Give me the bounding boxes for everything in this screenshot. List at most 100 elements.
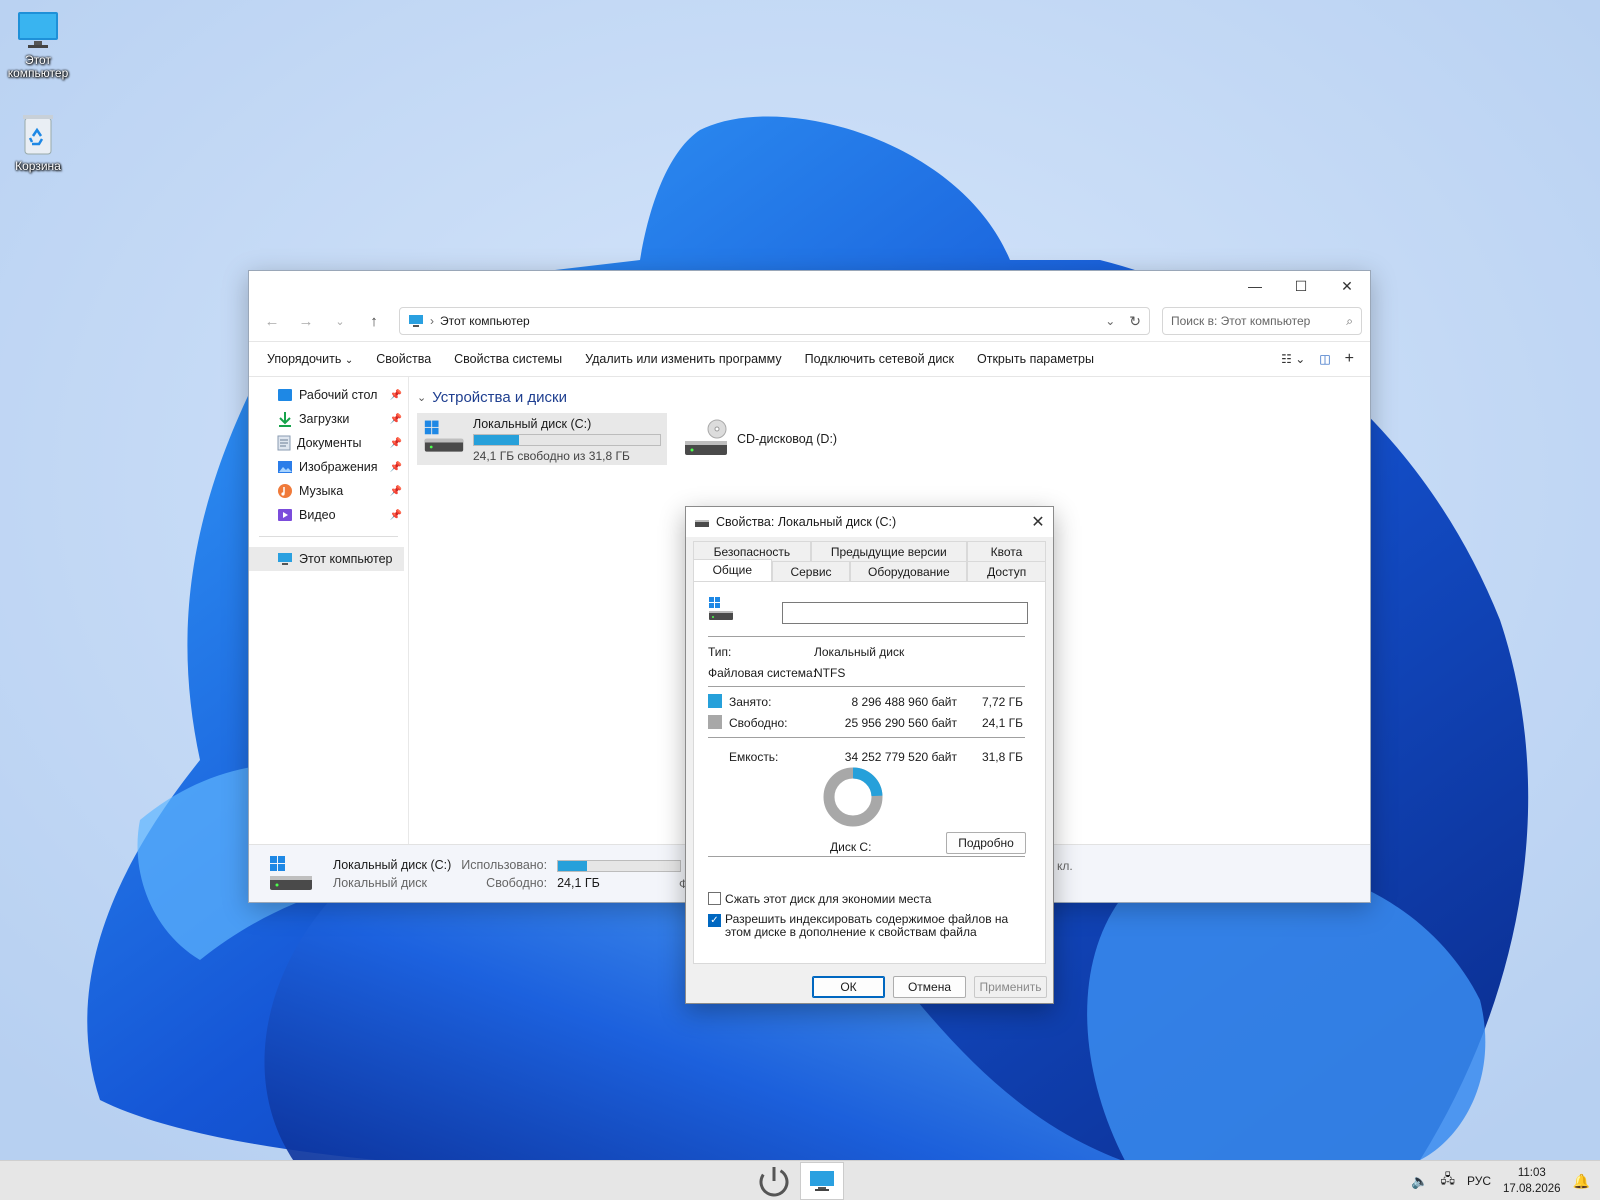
nav-item-label: Рабочий стол bbox=[299, 388, 378, 402]
network-icon[interactable]: 🖧 bbox=[1440, 1170, 1455, 1192]
nav-item-label: Этот компьютер bbox=[299, 552, 393, 566]
tab-strip: Безопасность Предыдущие версии Квота Общ… bbox=[686, 541, 1053, 581]
uninstall-program-button[interactable]: Удалить или изменить программу bbox=[577, 352, 797, 366]
clock[interactable]: 11:03 17.08.2026 bbox=[1503, 1165, 1561, 1197]
details-trailing-text-2: кл. bbox=[1057, 859, 1073, 873]
dialog-title: Свойства: Локальный диск (C:) bbox=[716, 515, 897, 529]
desktop-icon-this-pc[interactable]: Этот компьютер bbox=[0, 10, 76, 80]
pin-icon[interactable]: 📌 bbox=[390, 510, 402, 521]
chevron-down-icon[interactable]: ⌄ bbox=[1097, 314, 1123, 328]
computer-icon bbox=[278, 553, 292, 565]
properties-button[interactable]: Свойства bbox=[368, 352, 446, 366]
drive-d-item[interactable]: CD-дисковод (D:) bbox=[677, 413, 843, 465]
drive-label-input[interactable] bbox=[782, 602, 1028, 624]
nav-item-desktop[interactable]: Рабочий стол 📌 bbox=[249, 383, 408, 407]
add-icon[interactable]: + bbox=[1345, 350, 1354, 368]
index-checkbox[interactable]: ✓ bbox=[708, 914, 721, 927]
pin-icon[interactable]: 📌 bbox=[390, 462, 402, 473]
tab-tools[interactable]: Сервис bbox=[771, 561, 851, 581]
cancel-button[interactable]: Отмена bbox=[893, 976, 966, 998]
computer-icon bbox=[409, 315, 423, 327]
index-label: Разрешить индексировать содержимое файло… bbox=[725, 912, 1009, 939]
recent-locations-button[interactable]: ⌄ bbox=[325, 306, 355, 336]
taskbar: 🔈 🖧 РУС 11:03 17.08.2026 🔔 bbox=[0, 1160, 1600, 1200]
forward-button[interactable]: → bbox=[291, 306, 321, 336]
tab-previous-versions[interactable]: Предыдущие версии bbox=[810, 541, 967, 561]
video-icon bbox=[278, 509, 292, 521]
breadcrumb-separator-icon: › bbox=[430, 314, 434, 328]
desktop-folder-icon bbox=[278, 389, 292, 401]
start-button[interactable] bbox=[752, 1162, 796, 1200]
ok-button[interactable]: ОК bbox=[812, 976, 885, 998]
navigation-pane: Рабочий стол 📌 Загрузки 📌 Документы 📌 Изобр… bbox=[249, 377, 409, 845]
drive-name: CD-дисковод (D:) bbox=[737, 432, 838, 446]
type-value: Локальный диск bbox=[814, 645, 905, 659]
details-used-fill bbox=[558, 860, 588, 871]
used-bytes: 8 296 488 960 байт bbox=[851, 695, 957, 709]
compress-checkbox[interactable] bbox=[708, 892, 721, 905]
volume-icon[interactable]: 🔈 bbox=[1411, 1173, 1428, 1190]
address-row: ← → ⌄ ↑ › Этот компьютер ⌄ ↻ Поиск в: Эт… bbox=[249, 301, 1370, 341]
divider bbox=[708, 686, 1025, 687]
system-properties-button[interactable]: Свойства системы bbox=[446, 352, 577, 366]
taskbar-explorer-button[interactable] bbox=[800, 1162, 844, 1200]
close-icon[interactable]: ✕ bbox=[1023, 512, 1053, 532]
drive-usage-bar bbox=[473, 434, 661, 446]
tab-sharing[interactable]: Доступ bbox=[967, 561, 1047, 581]
pin-icon[interactable]: 📌 bbox=[390, 438, 402, 449]
back-button[interactable]: ← bbox=[257, 306, 287, 336]
nav-item-label: Загрузки bbox=[299, 412, 350, 426]
nav-item-pictures[interactable]: Изображения 📌 bbox=[249, 455, 408, 479]
close-button[interactable]: ✕ bbox=[1324, 271, 1370, 301]
nav-item-this-pc[interactable]: Этот компьютер bbox=[249, 547, 404, 571]
disk-usage-donut-chart bbox=[823, 767, 883, 827]
chevron-down-icon: ⌄ bbox=[344, 355, 354, 366]
notification-bell-icon[interactable]: 🔔 bbox=[1573, 1173, 1590, 1190]
address-bar[interactable]: › Этот компьютер ⌄ ↻ bbox=[399, 307, 1150, 335]
details-type: Локальный диск bbox=[333, 875, 427, 890]
group-header[interactable]: ⌄ Устройства и диски bbox=[417, 385, 1362, 409]
drive-c-item[interactable]: Локальный диск (C:) 24,1 ГБ свободно из … bbox=[417, 413, 667, 465]
pin-icon[interactable]: 📌 bbox=[390, 414, 402, 425]
apply-button[interactable]: Применить bbox=[974, 976, 1047, 998]
desktop-icon-recycle-bin[interactable]: Корзина bbox=[0, 112, 76, 173]
map-network-drive-button[interactable]: Подключить сетевой диск bbox=[797, 352, 969, 366]
language-indicator[interactable]: РУС bbox=[1467, 1174, 1491, 1188]
search-icon: ⌕ bbox=[1346, 313, 1353, 328]
free-label: Свободно: bbox=[729, 716, 788, 730]
tab-general[interactable]: Общие bbox=[693, 559, 772, 581]
preview-pane-icon[interactable]: ◫ bbox=[1319, 352, 1330, 366]
system-drive-icon bbox=[424, 420, 464, 452]
clock-date: 17.08.2026 bbox=[1503, 1183, 1561, 1195]
disk-cleanup-details-button[interactable]: Подробно bbox=[946, 832, 1026, 854]
type-label: Тип: bbox=[708, 645, 732, 659]
tab-hardware[interactable]: Оборудование bbox=[850, 561, 968, 581]
filesystem-value: NTFS bbox=[814, 666, 846, 680]
compress-label: Сжать этот диск для экономии места bbox=[725, 892, 932, 906]
tab-quota[interactable]: Квота bbox=[966, 541, 1046, 561]
view-options-icon[interactable]: ☷ ⌄ bbox=[1281, 352, 1305, 366]
nav-item-video[interactable]: Видео 📌 bbox=[249, 503, 408, 527]
maximize-button[interactable]: ☐ bbox=[1278, 271, 1324, 301]
minimize-button[interactable]: — bbox=[1232, 271, 1278, 301]
computer-icon bbox=[18, 12, 58, 48]
tab-security[interactable]: Безопасность bbox=[693, 541, 811, 561]
nav-item-label: Музыка bbox=[299, 484, 344, 498]
pin-icon[interactable]: 📌 bbox=[390, 390, 402, 401]
nav-item-music[interactable]: Музыка 📌 bbox=[249, 479, 408, 503]
divider bbox=[708, 856, 1025, 857]
breadcrumb[interactable]: Этот компьютер bbox=[440, 314, 1091, 328]
open-settings-button[interactable]: Открыть параметры bbox=[969, 352, 1109, 366]
sort-menu-button[interactable]: Упорядочить ⌄ bbox=[259, 352, 368, 366]
details-used-bar bbox=[557, 859, 682, 872]
capacity-gb: 31,8 ГБ bbox=[981, 750, 1023, 764]
nav-item-documents[interactable]: Документы 📌 bbox=[249, 431, 408, 455]
search-input[interactable]: Поиск в: Этот компьютер ⌕ bbox=[1162, 307, 1362, 335]
title-bar: — ☐ ✕ bbox=[249, 271, 1370, 301]
pin-icon[interactable]: 📌 bbox=[390, 486, 402, 497]
up-button[interactable]: ↑ bbox=[359, 306, 389, 336]
used-color-swatch bbox=[708, 694, 722, 708]
refresh-icon[interactable]: ↻ bbox=[1129, 313, 1141, 330]
nav-item-downloads[interactable]: Загрузки 📌 bbox=[249, 407, 408, 431]
nav-item-label: Изображения bbox=[299, 460, 378, 474]
